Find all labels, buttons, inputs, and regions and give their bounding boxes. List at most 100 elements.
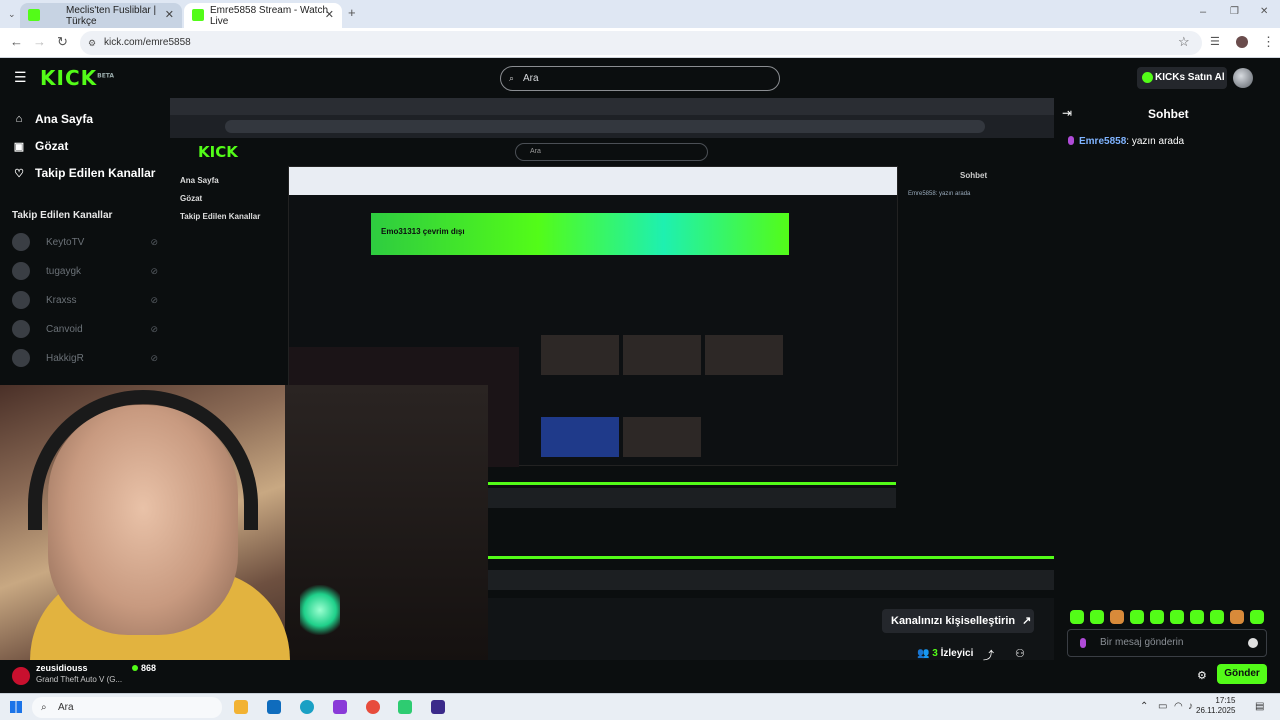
channel-name: Canvoid	[46, 323, 83, 335]
emote-icon[interactable]	[1110, 610, 1124, 624]
search-icon: ⌕	[41, 702, 47, 713]
tab-list-chevron-icon[interactable]: ⌄	[8, 7, 16, 21]
captured-nav-item: Gözat	[180, 194, 203, 203]
kick-logo[interactable]: KICKBETA	[40, 66, 114, 90]
share-icon[interactable]: ⤴	[983, 647, 994, 663]
site-info-icon[interactable]: ⚙	[88, 31, 96, 55]
channel-avatar	[12, 349, 30, 367]
browse-icon: ▣	[13, 140, 25, 153]
channel-avatar	[12, 262, 30, 280]
tray-chevron-icon[interactable]: ⌃	[1140, 701, 1148, 712]
tab-close-icon[interactable]: ✕	[325, 8, 334, 21]
channel-name: Kraxss	[46, 294, 77, 306]
kicks-coin-icon	[1142, 72, 1153, 83]
windows-start-icon[interactable]	[10, 701, 22, 713]
minimize-icon[interactable]: –	[1200, 5, 1206, 19]
captured-progress-bar	[488, 482, 896, 485]
taskbar-clock[interactable]: 17:15 26.11.2025	[1196, 696, 1235, 716]
reload-icon[interactable]: ↻	[57, 35, 68, 49]
search-placeholder: Ara	[523, 73, 539, 84]
network-icon[interactable]: ▭	[1158, 701, 1167, 712]
app-icon[interactable]	[398, 700, 412, 714]
chat-username[interactable]: Emre5858	[1079, 136, 1126, 147]
channel-item[interactable]: HakkigR ⊘	[12, 348, 162, 368]
tab-2[interactable]: Emre5858 Stream - Watch Live ✕	[184, 3, 342, 28]
collapse-chat-icon[interactable]: ⇥	[1062, 106, 1072, 120]
chat-settings-gear-icon[interactable]: ⚙	[1197, 669, 1207, 682]
captured-inner-chrome	[289, 167, 897, 195]
external-link-icon: ↗	[1022, 615, 1032, 627]
user-avatar[interactable]	[1233, 68, 1253, 88]
sidebar-item-home[interactable]: ⌂ Ana Sayfa	[12, 112, 93, 126]
edge-icon[interactable]	[300, 700, 314, 714]
app-icon[interactable]	[431, 700, 445, 714]
taskbar-search[interactable]: ⌕ Ara	[32, 697, 222, 718]
streamer-viewer-number: 868	[141, 663, 157, 673]
home-icon: ⌂	[15, 113, 23, 125]
chat-message: Emre5858: yazın arada	[1068, 136, 1184, 147]
streamer-name: zeusidiouss	[36, 663, 88, 673]
streamer-game: Grand Theft Auto V (G...	[36, 675, 123, 684]
site-header: ☰ KICKBETA ⌕ Ara KICKs Satın Al	[0, 58, 1280, 98]
sidebar-item-following[interactable]: ♡ Takip Edilen Kanallar	[12, 166, 155, 180]
emote-icon[interactable]	[1190, 610, 1204, 624]
emote-icon[interactable]	[1250, 610, 1264, 624]
search-input[interactable]: ⌕ Ara	[500, 66, 780, 91]
tab-close-icon[interactable]: ✕	[165, 8, 174, 21]
captured-chat-message: Emre5858: yazın arada	[908, 191, 971, 197]
bookmark-star-icon[interactable]: ☆	[1178, 35, 1190, 49]
follow-user-icon[interactable]: ⚇	[1015, 647, 1025, 660]
chrome-icon[interactable]	[366, 700, 380, 714]
file-explorer-icon[interactable]	[234, 700, 248, 714]
captured-nav-item: Ana Sayfa	[180, 176, 219, 185]
emote-icon[interactable]	[1150, 610, 1164, 624]
back-icon[interactable]: ←	[10, 35, 23, 49]
media-app-icon[interactable]	[333, 700, 347, 714]
emote-icon[interactable]	[1170, 610, 1184, 624]
maximize-icon[interactable]: ❐	[1230, 5, 1239, 19]
wifi-icon[interactable]: ◠	[1174, 701, 1183, 712]
viewer-label: İzleyici	[940, 648, 974, 659]
emote-icon[interactable]	[1130, 610, 1144, 624]
sidebar-item-browse[interactable]: ▣ Gözat	[12, 139, 69, 153]
emoji-picker-icon[interactable]	[1248, 638, 1258, 648]
forward-icon[interactable]: →	[33, 35, 46, 49]
chat-message-input[interactable]: Bir mesaj gönderin	[1067, 629, 1267, 657]
offline-icon: ⊘	[150, 294, 158, 305]
captured-progress-bar-2	[488, 556, 1054, 559]
clock-time: 17:15	[1215, 696, 1236, 705]
emote-icon[interactable]	[1070, 610, 1084, 624]
send-button[interactable]: Gönder	[1217, 664, 1267, 684]
live-dot-icon	[132, 665, 138, 671]
emote-icon[interactable]	[1090, 610, 1104, 624]
channel-name: tugaygk	[46, 265, 82, 277]
url-field[interactable]: ⚙ kick.com/emre5858	[80, 31, 1202, 55]
windows-taskbar: ⌕ Ara ⌃ ▭ ◠ ♪ 17:15 26.11.2025 ▤	[0, 693, 1280, 720]
personalize-channel-button[interactable]: Kanalınızı kişiselleştirin ↗	[882, 609, 1034, 633]
outlook-icon[interactable]	[267, 700, 281, 714]
channel-item[interactable]: KeytoTV ⊘	[12, 232, 162, 252]
streamer-info-bar[interactable]: zeusidiouss Grand Theft Auto V (G... 868	[0, 660, 170, 693]
captured-search: Ara	[515, 143, 708, 161]
notifications-icon[interactable]: ▤	[1255, 701, 1264, 712]
channel-item[interactable]: tugaygk ⊘	[12, 261, 162, 281]
new-tab-button[interactable]: +	[348, 6, 356, 20]
kick-favicon-icon	[28, 9, 40, 21]
menu-dots-icon[interactable]: ⋮	[1262, 35, 1275, 49]
url-text: kick.com/emre5858	[104, 37, 191, 48]
channel-item[interactable]: Kraxss ⊘	[12, 290, 162, 310]
close-window-icon[interactable]: ✕	[1260, 5, 1268, 19]
offline-icon: ⊘	[150, 323, 158, 334]
volume-icon[interactable]: ♪	[1188, 701, 1193, 712]
channel-item[interactable]: Canvoid ⊘	[12, 319, 162, 339]
emote-icon[interactable]	[1230, 610, 1244, 624]
sidebar-item-label: Takip Edilen Kanallar	[35, 166, 156, 180]
tab-search-icon[interactable]: ☰	[1210, 35, 1220, 49]
emote-icon[interactable]	[1210, 610, 1224, 624]
search-icon: ⌕	[509, 73, 515, 83]
profile-avatar[interactable]	[1236, 36, 1248, 48]
captured-kick-logo: KICK	[198, 143, 238, 161]
hamburger-menu-icon[interactable]: ☰	[14, 69, 27, 86]
tab-1[interactable]: Meclis'ten Fusliblar | Türkçe ✕	[20, 3, 182, 28]
buy-kicks-button[interactable]: KICKs Satın Al	[1137, 67, 1227, 89]
